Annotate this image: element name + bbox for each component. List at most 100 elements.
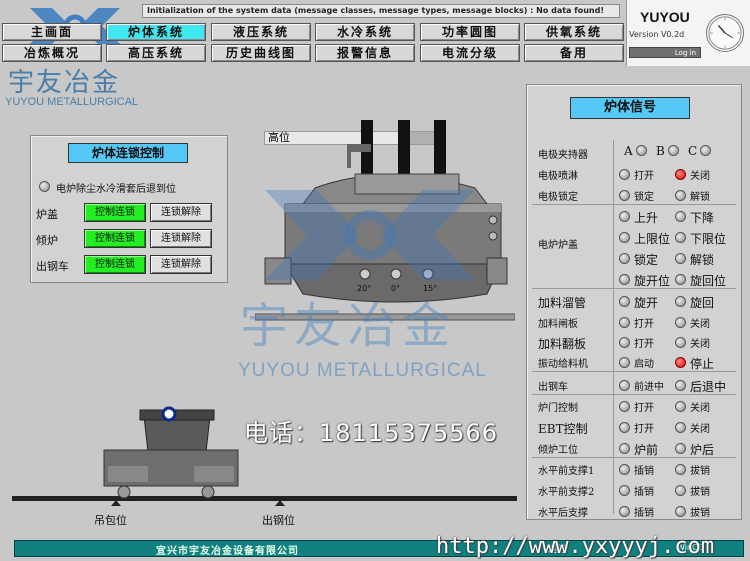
interlock-row-label: 出钢车 xyxy=(36,260,69,273)
signal-lamp xyxy=(636,145,647,156)
signal-lamp xyxy=(619,380,630,391)
signal-lamp xyxy=(675,317,686,328)
signal-label: 水平前支撑1 xyxy=(538,466,595,477)
interlock-control-button[interactable]: 控制连锁 xyxy=(84,229,146,248)
nav-button[interactable]: 液压系统 xyxy=(211,23,311,41)
signal-lamp xyxy=(619,506,630,517)
signal-lamp xyxy=(675,485,686,496)
signal-value: B xyxy=(656,144,665,158)
signal-value: 后退中 xyxy=(690,380,727,394)
signal-separator xyxy=(532,204,736,205)
ladle-position-label: 吊包位 xyxy=(94,514,127,527)
system-status-message: Initialization of the system data (messa… xyxy=(142,4,620,18)
signal-value: 旋开位 xyxy=(634,274,671,288)
signal-lamp xyxy=(619,232,630,243)
signal-lamp xyxy=(675,422,686,433)
signal-lamp xyxy=(675,401,686,412)
signal-lamp xyxy=(675,380,686,391)
signal-value: 上升 xyxy=(634,211,659,225)
signal-title: 炉体信号 xyxy=(570,97,690,119)
signal-lamp xyxy=(619,485,630,496)
signal-value: 炉前 xyxy=(634,443,659,457)
interlock-row-label: 炉盖 xyxy=(36,208,58,221)
ladle-hook-icon xyxy=(161,406,177,422)
nav-button[interactable]: 水冷系统 xyxy=(315,23,415,41)
signal-lamp xyxy=(619,357,630,368)
interlock-release-button[interactable]: 连锁解除 xyxy=(150,203,212,222)
nav-button[interactable]: 炉体系统 xyxy=(106,23,206,41)
watermark-chinese: 宇友冶金 xyxy=(240,298,457,354)
clock-icon xyxy=(706,14,744,52)
electrode-b xyxy=(398,120,410,180)
interlock-row-label: 倾炉 xyxy=(36,234,58,247)
signal-lamp xyxy=(675,190,686,201)
signal-value: 停止 xyxy=(690,357,715,371)
signal-value: 关闭 xyxy=(690,339,710,350)
signal-lamp xyxy=(675,253,686,264)
signal-value: 下限位 xyxy=(690,232,727,246)
watermark-logo-icon xyxy=(265,190,475,280)
signal-lamp xyxy=(675,443,686,454)
signal-label: 电极夹持器 xyxy=(538,150,588,161)
signal-lamp xyxy=(675,232,686,243)
watermark-phone: 电话：18115375566 xyxy=(244,419,498,447)
signal-label: 加料溜管 xyxy=(538,296,587,310)
signal-value: 旋开 xyxy=(634,296,659,310)
signal-value: 旋回 xyxy=(690,296,715,310)
signal-value: 启动 xyxy=(634,359,654,370)
signal-lamp xyxy=(668,145,679,156)
nav-button[interactable]: 历史曲线图 xyxy=(211,44,311,62)
signal-label: 振动给料机 xyxy=(538,359,588,370)
nav-button[interactable]: 电流分级 xyxy=(420,44,520,62)
signal-value: 解锁 xyxy=(690,192,710,203)
signal-value: 锁定 xyxy=(634,253,659,267)
interlock-control-button[interactable]: 控制连锁 xyxy=(84,203,146,222)
signal-lamp xyxy=(619,296,630,307)
interlock-title: 炉体连锁控制 xyxy=(68,143,188,163)
signal-label: 电炉炉盖 xyxy=(538,240,578,251)
signal-value: 打开 xyxy=(634,424,654,435)
logo-chinese: 宇友冶金 xyxy=(8,68,121,98)
signal-value: 关闭 xyxy=(690,319,710,330)
brand-title: YUYOU xyxy=(640,9,690,25)
signal-lamp xyxy=(619,337,630,348)
logo-english: YUYOU METALLURGICAL xyxy=(5,96,139,108)
signal-label: 水平后支撑 xyxy=(538,508,588,519)
signal-value: 打开 xyxy=(634,171,654,182)
signal-value: 前进中 xyxy=(634,382,664,393)
signal-value: 关闭 xyxy=(690,171,710,182)
nav-button[interactable]: 供氧系统 xyxy=(524,23,624,41)
signal-value: 拔销 xyxy=(690,508,710,519)
electrode-c xyxy=(434,120,446,180)
nav-button[interactable]: 备用 xyxy=(524,44,624,62)
signal-lamp xyxy=(675,357,686,368)
signal-label: 出钢车 xyxy=(538,382,568,393)
signal-lamp xyxy=(675,211,686,222)
signal-label: 电极喷淋 xyxy=(538,171,578,182)
signal-label: 炉门控制 xyxy=(538,403,578,414)
signal-lamp xyxy=(619,422,630,433)
interlock-release-button[interactable]: 连锁解除 xyxy=(150,229,212,248)
nav-button[interactable]: 主画面 xyxy=(2,23,102,41)
version-label: Version V0.2d xyxy=(629,30,685,39)
signal-lamp xyxy=(619,317,630,328)
signal-value: 关闭 xyxy=(690,424,710,435)
signal-value: 旋回位 xyxy=(690,274,727,288)
signal-value: 解锁 xyxy=(690,253,715,267)
signal-separator xyxy=(532,371,736,372)
nav-button[interactable]: 报警信息 xyxy=(315,44,415,62)
signal-lamp xyxy=(619,211,630,222)
nav-button[interactable]: 高压系统 xyxy=(106,44,206,62)
dust-indicator-label: 电炉除尘水冷滑套后退到位 xyxy=(56,184,176,195)
signal-lamp xyxy=(700,145,711,156)
signal-value: 关闭 xyxy=(690,403,710,414)
signal-value: 打开 xyxy=(634,339,654,350)
login-button[interactable]: Log in xyxy=(629,47,701,58)
nav-button[interactable]: 功率圆图 xyxy=(420,23,520,41)
signal-label: 电极锁定 xyxy=(538,192,578,203)
signal-value: 下降 xyxy=(690,211,715,225)
interlock-control-button[interactable]: 控制连锁 xyxy=(84,255,146,274)
nav-button[interactable]: 冶炼概况 xyxy=(2,44,102,62)
interlock-release-button[interactable]: 连锁解除 xyxy=(150,255,212,274)
signal-lamp xyxy=(619,464,630,475)
